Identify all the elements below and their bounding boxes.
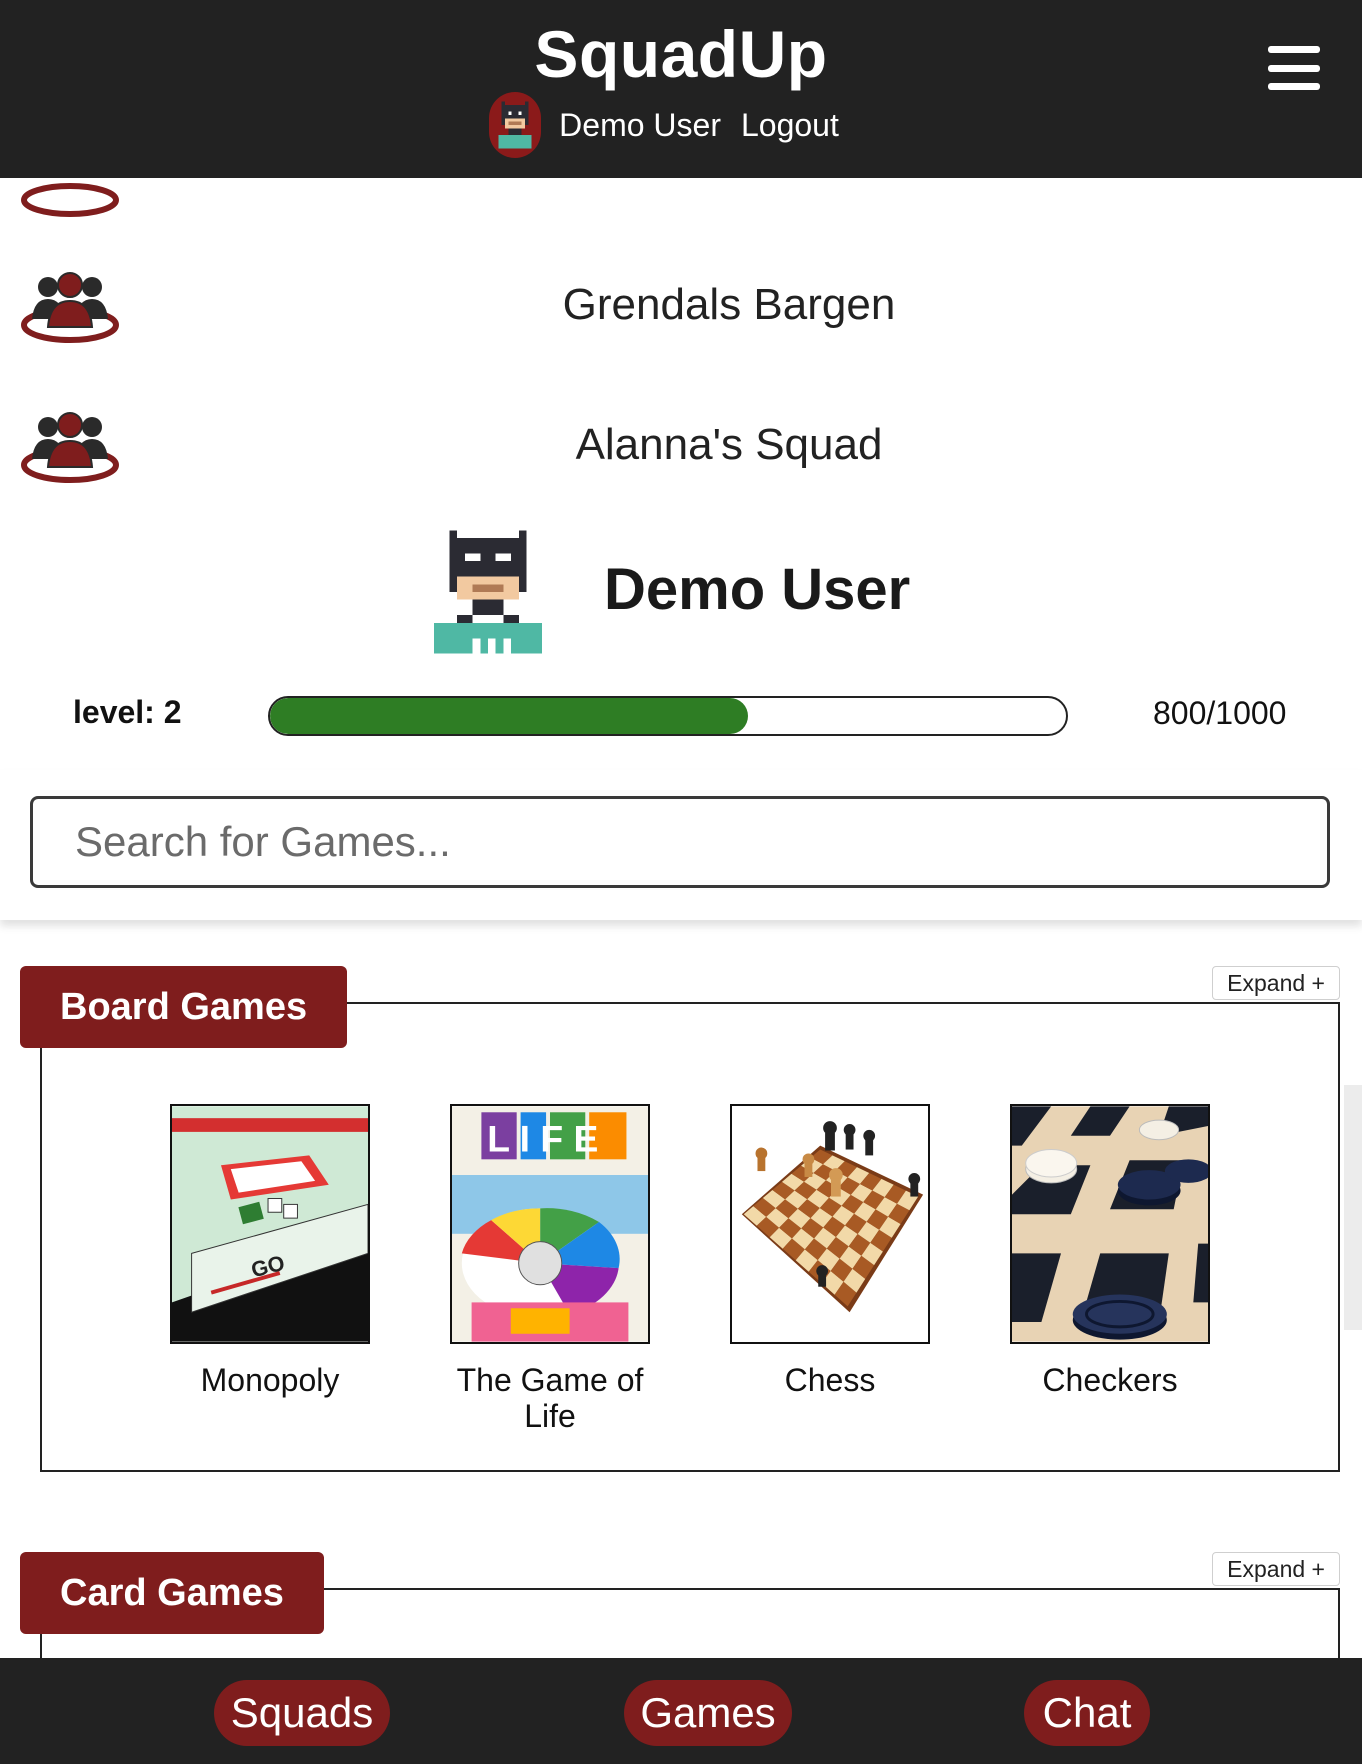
- bottom-nav: Squads Games Chat: [0, 1658, 1362, 1764]
- xp-progress-bar: [268, 696, 1068, 736]
- expand-button[interactable]: Expand +: [1212, 966, 1340, 1000]
- user-avatar-icon[interactable]: [489, 92, 542, 158]
- game-card-chess[interactable]: Chess: [730, 1104, 930, 1398]
- category-card-games: Card Games Expand +: [0, 1546, 1362, 1764]
- squad-name[interactable]: Grendals Bargen: [0, 280, 1362, 330]
- game-title[interactable]: Chess: [730, 1362, 930, 1398]
- search-input[interactable]: [30, 796, 1330, 888]
- nav-chat-button[interactable]: Chat: [1024, 1680, 1150, 1746]
- nav-squads-button[interactable]: Squads: [214, 1680, 390, 1746]
- game-title[interactable]: Monopoly: [170, 1362, 370, 1398]
- nav-games-button[interactable]: Games: [624, 1680, 792, 1746]
- hamburger-menu-icon[interactable]: [1268, 46, 1320, 90]
- xp-progress-fill: [270, 698, 748, 734]
- xp-text: 800/1000: [1153, 695, 1287, 731]
- top-header: SquadUp Demo User Logout: [0, 0, 1362, 178]
- checkers-image[interactable]: [1010, 1104, 1210, 1344]
- expand-button[interactable]: Expand +: [1212, 1552, 1340, 1586]
- game-title[interactable]: The Game of Life: [450, 1362, 650, 1434]
- scrollbar[interactable]: [1344, 1085, 1362, 1330]
- game-of-life-image[interactable]: L I F E: [450, 1104, 650, 1344]
- category-title[interactable]: Board Games: [20, 966, 348, 1048]
- monopoly-image[interactable]: GO: [170, 1104, 370, 1344]
- profile-avatar-icon: [434, 530, 542, 654]
- svg-text:L I F E: L I F E: [487, 1117, 598, 1159]
- user-row: Demo User Logout: [0, 92, 1362, 158]
- app-title[interactable]: SquadUp: [0, 16, 1362, 92]
- squad-name[interactable]: Alanna's Squad: [0, 420, 1362, 470]
- category-title[interactable]: Card Games: [20, 1552, 324, 1634]
- squad-list-item[interactable]: Alanna's Squad: [0, 385, 1362, 505]
- game-title[interactable]: Checkers: [1010, 1362, 1210, 1398]
- squad-list-item[interactable]: Grendals Bargen: [0, 245, 1362, 365]
- game-card-monopoly[interactable]: GO Monopoly: [170, 1104, 370, 1398]
- logout-link[interactable]: Logout: [741, 107, 839, 144]
- profile-name: Demo User: [604, 557, 911, 622]
- chess-image[interactable]: [730, 1104, 930, 1344]
- search-bar-container: [0, 770, 1362, 920]
- game-card-the-game-of-life[interactable]: L I F E The Game of Life: [450, 1104, 650, 1434]
- game-card-checkers[interactable]: Checkers: [1010, 1104, 1210, 1398]
- category-board-games: Board Games Expand + GO Monopoly L I F E…: [0, 960, 1362, 1480]
- username-link[interactable]: Demo User: [559, 107, 721, 144]
- level-label: level: 2: [73, 694, 182, 730]
